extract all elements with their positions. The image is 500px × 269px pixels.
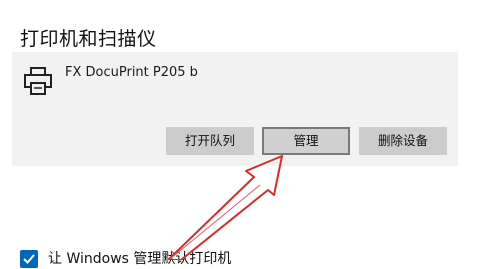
manage-button[interactable]: 管理	[262, 127, 350, 155]
printer-card[interactable]: FX DocuPrint P205 b 打开队列 管理 删除设备	[12, 52, 458, 166]
checkbox-label: 让 Windows 管理默认打印机	[48, 251, 232, 267]
printer-icon	[22, 65, 54, 97]
checkbox[interactable]	[20, 250, 38, 268]
printer-name: FX DocuPrint P205 b	[65, 65, 198, 80]
section-title: 打印机和扫描仪	[20, 28, 157, 50]
checkmark-icon	[23, 254, 35, 264]
remove-device-button[interactable]: 删除设备	[359, 127, 447, 155]
open-queue-button[interactable]: 打开队列	[166, 127, 254, 155]
